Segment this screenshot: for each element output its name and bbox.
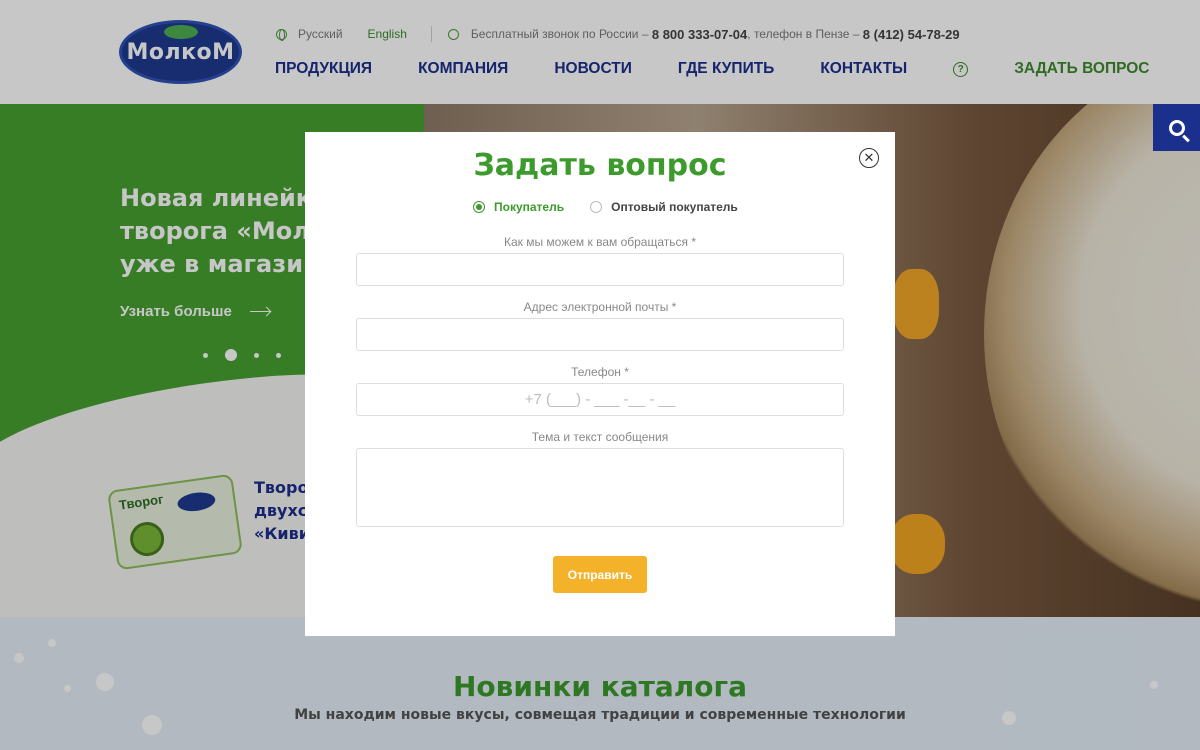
buyer-type-radios: Покупатель Оптовый покупатель (473, 200, 764, 214)
search-icon (1168, 119, 1185, 136)
radio-unchecked-icon (590, 201, 603, 213)
phone-field[interactable] (356, 383, 844, 416)
radio-wholesale-buyer[interactable]: Оптовый покупатель (590, 200, 738, 214)
search-button[interactable] (1153, 104, 1200, 151)
submit-button[interactable]: Отправить (553, 556, 647, 593)
ask-question-modal: ✕ Задать вопрос Покупатель Оптовый покуп… (305, 132, 895, 636)
name-field[interactable] (356, 253, 844, 286)
radio-checked-icon (473, 201, 485, 213)
message-label: Тема и текст сообщения (531, 430, 669, 444)
radio-buyer-label: Покупатель (494, 200, 565, 214)
email-label: Адрес электронной почты * (523, 300, 677, 314)
radio-wholesale-label: Оптовый покупатель (611, 200, 738, 214)
message-field[interactable] (356, 448, 844, 527)
name-label: Как мы можем к вам обращаться * (503, 235, 697, 249)
phone-label: Телефон * (571, 365, 629, 379)
email-field[interactable] (356, 318, 844, 351)
radio-buyer[interactable]: Покупатель (473, 200, 564, 214)
modal-title: Задать вопрос (473, 148, 727, 183)
